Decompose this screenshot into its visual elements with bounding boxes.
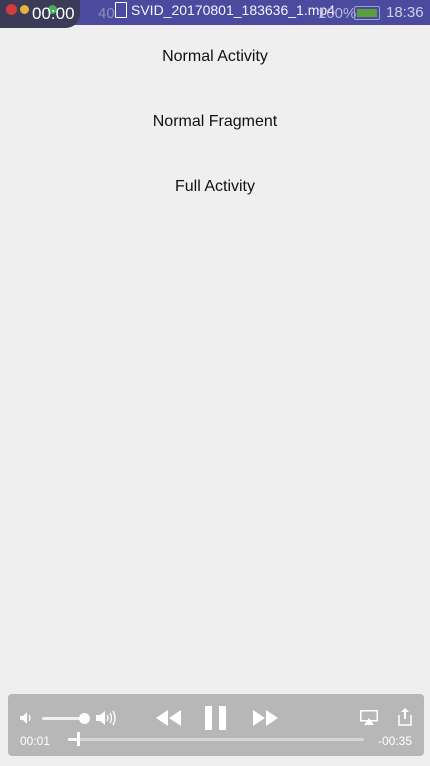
pause-icon[interactable] [205,706,227,730]
clock: 18:36 [386,4,424,21]
remaining-time: -00:35 [377,734,412,748]
battery-percent: 100% [318,5,357,22]
yellow-dot-icon [20,5,29,14]
scrubber-thumb[interactable] [77,732,80,746]
full-activity-button[interactable]: Full Activity [0,178,430,196]
file-name: SVID_20170801_183636_1.mp4 [131,2,335,18]
screen-recording-indicator: 00:00 [0,0,80,28]
elapsed-time: 00:01 [20,734,51,748]
scrubber[interactable] [68,738,364,741]
network-rate: 40 [98,5,115,22]
normal-fragment-button[interactable]: Normal Fragment [0,113,430,131]
file-icon [115,2,127,18]
volume-high-icon[interactable] [96,710,118,726]
record-icon [6,4,17,15]
scrubber-progress [68,738,77,741]
status-bar: 00:00 40 SVID_20170801_183636_1.mp4 100%… [0,0,430,28]
volume-low-icon[interactable] [20,712,34,724]
battery-icon [354,6,380,20]
normal-activity-button[interactable]: Normal Activity [0,48,430,66]
airplay-icon[interactable] [360,710,378,726]
volume-slider[interactable] [42,717,84,720]
volume-slider-thumb[interactable] [79,713,90,724]
video-player-controls: 00:01 -00:35 [8,694,424,756]
share-icon[interactable] [398,708,412,726]
fast-forward-icon[interactable] [252,706,278,730]
recording-time: 00:00 [32,4,75,23]
rewind-icon[interactable] [156,706,182,730]
